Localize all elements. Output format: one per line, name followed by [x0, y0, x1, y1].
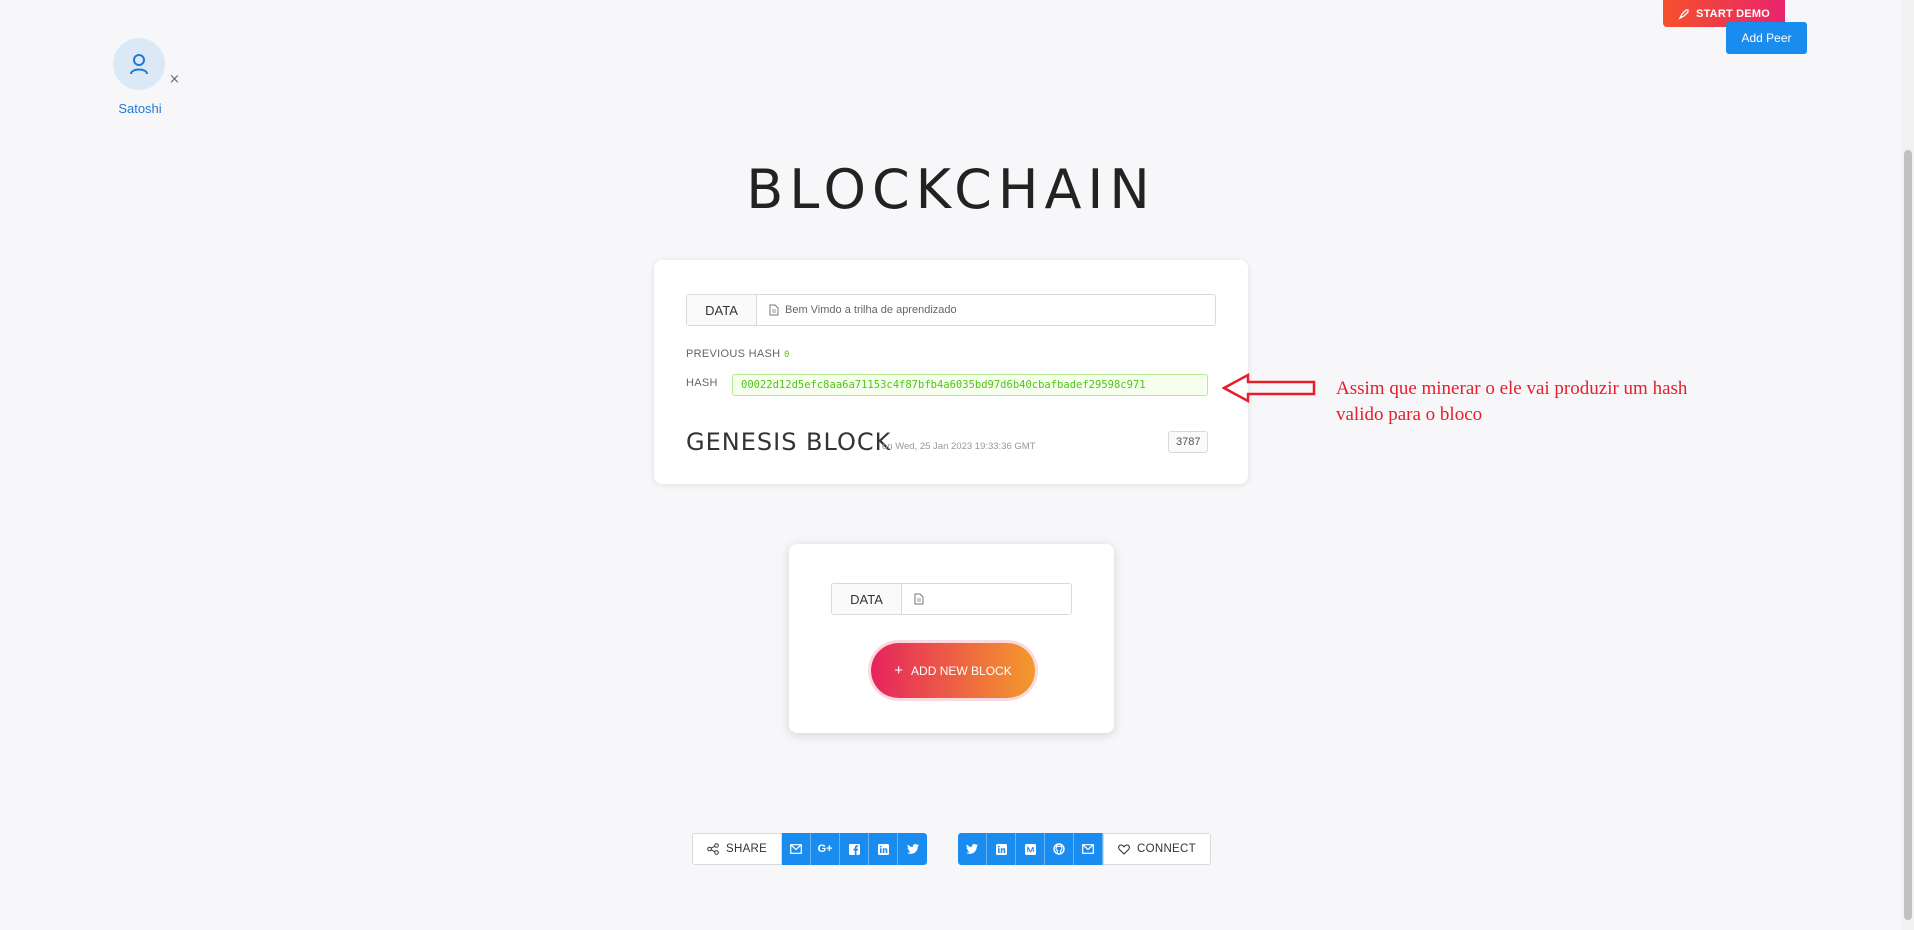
- share-bar: SHARE G+: [692, 833, 928, 865]
- scrollbar-track[interactable]: [1902, 0, 1914, 930]
- genesis-data-input-group: DATA Bem Vimdo a trilha de aprendizado: [686, 294, 1216, 326]
- hash-label: HASH: [686, 377, 718, 389]
- connect-twitter-icon[interactable]: [958, 833, 987, 865]
- share-icon: [707, 843, 719, 855]
- add-new-block-button[interactable]: + ADD NEW BLOCK: [871, 643, 1035, 698]
- annotation-arrow-icon: [1222, 373, 1316, 403]
- share-linkedin-icon[interactable]: [869, 833, 899, 865]
- remove-peer-close-icon[interactable]: ×: [169, 72, 180, 87]
- share-mail-icon[interactable]: [782, 833, 812, 865]
- new-data-addon-label: DATA: [832, 584, 902, 614]
- annotation-text: Assim que minerar o ele vai produzir um …: [1336, 376, 1756, 428]
- connect-bar: CONNECT: [958, 833, 1211, 865]
- connect-github-icon[interactable]: [1045, 833, 1074, 865]
- new-block-data-input[interactable]: [902, 584, 1071, 614]
- start-demo-label: START DEMO: [1696, 7, 1770, 20]
- connect-medium-icon[interactable]: [1016, 833, 1045, 865]
- new-block-data-input-group: DATA: [831, 583, 1072, 615]
- nonce-badge: 3787: [1168, 431, 1209, 453]
- previous-hash-label: PREVIOUS HASH: [686, 348, 781, 360]
- genesis-block-card: DATA Bem Vimdo a trilha de aprendizado P…: [654, 260, 1248, 484]
- avatar[interactable]: [113, 38, 165, 90]
- genesis-data-input[interactable]: Bem Vimdo a trilha de aprendizado: [757, 295, 1215, 325]
- file-text-icon: [769, 304, 779, 316]
- connect-linkedin-icon[interactable]: [987, 833, 1016, 865]
- share-twitter-icon[interactable]: [898, 833, 928, 865]
- annotation-line-1: Assim que minerar o ele vai produzir um …: [1336, 378, 1688, 399]
- rocket-icon: [1678, 8, 1689, 19]
- genesis-data-value: Bem Vimdo a trilha de aprendizado: [785, 304, 957, 316]
- add-peer-button[interactable]: Add Peer: [1726, 22, 1807, 54]
- new-block-card: DATA + ADD NEW BLOCK: [789, 544, 1114, 733]
- file-text-icon: [914, 593, 924, 605]
- scrollbar-thumb[interactable]: [1904, 150, 1912, 920]
- share-google-plus-icon[interactable]: G+: [811, 833, 841, 865]
- share-label: SHARE: [726, 843, 768, 855]
- share-button[interactable]: SHARE: [692, 833, 783, 865]
- peer-name: Satoshi: [118, 101, 162, 116]
- add-peer-label: Add Peer: [1741, 31, 1792, 45]
- block-date: on Wed, 25 Jan 2023 19:33:36 GMT: [882, 441, 1036, 452]
- plus-icon: +: [894, 662, 904, 679]
- user-icon: [130, 54, 148, 75]
- connect-mail-icon[interactable]: [1074, 833, 1103, 865]
- peer-avatar-container[interactable]: [113, 38, 165, 90]
- annotation-line-2: valido para o bloco: [1336, 404, 1483, 425]
- share-facebook-icon[interactable]: [840, 833, 870, 865]
- connect-button[interactable]: CONNECT: [1103, 833, 1211, 865]
- previous-hash-value: 0: [784, 350, 790, 360]
- connect-label: CONNECT: [1137, 843, 1196, 855]
- block-title: GENESIS BLOCK: [686, 428, 892, 456]
- heart-icon: [1118, 843, 1130, 855]
- add-new-block-label: ADD NEW BLOCK: [911, 663, 1012, 678]
- page-title: BLOCKCHAIN: [746, 158, 1156, 221]
- hash-value: 00022d12d5efc8aa6a71153c4f87bfb4a6035bd9…: [732, 374, 1208, 396]
- data-addon-label: DATA: [687, 295, 757, 325]
